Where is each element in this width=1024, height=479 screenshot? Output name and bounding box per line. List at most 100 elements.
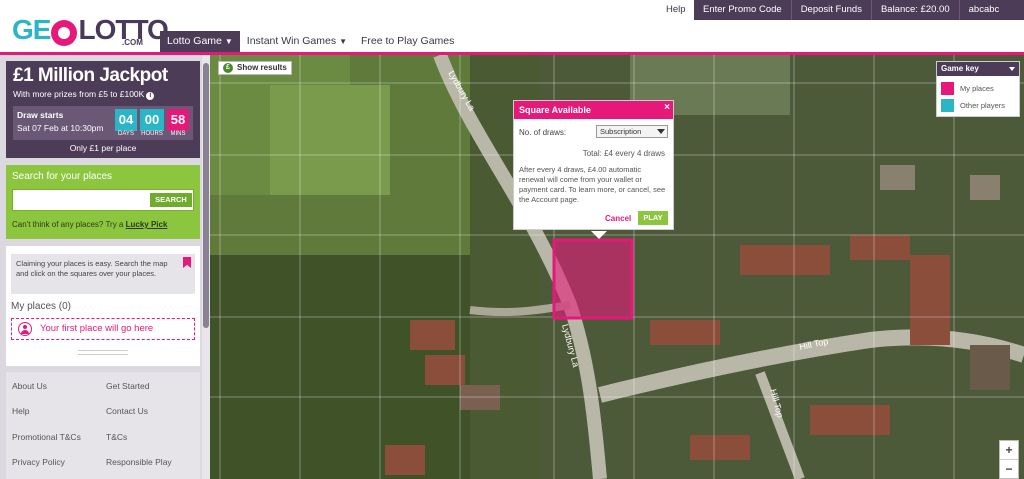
responsible-play-link[interactable]: Responsible Play [106, 457, 172, 467]
close-icon[interactable]: × [664, 101, 670, 115]
popup-title-text: Square Available [519, 105, 591, 115]
other-players-key: Other players [960, 101, 1006, 110]
geolotto-logo[interactable]: GE LOTTO .COM [12, 14, 169, 48]
places-instructions: Claiming your places is easy. Search the… [11, 254, 195, 294]
promotional-tcs-link[interactable]: Promotional T&Cs [12, 432, 81, 442]
countdown-mins-label: MINS [170, 131, 186, 137]
bookmark-icon [183, 257, 191, 268]
game-key-header[interactable]: Game key [937, 62, 1019, 76]
lucky-pick-hint-text: Can't think of any places? Try a [12, 220, 124, 229]
tcs-link[interactable]: T&Cs [106, 432, 127, 442]
jackpot-panel: £1 Million Jackpot With more prizes from… [6, 61, 200, 158]
other-players-swatch-icon [941, 99, 954, 112]
draws-label: No. of draws: [519, 128, 567, 137]
zoom-in-button[interactable]: + [1000, 441, 1018, 459]
countdown-hours: 00 [140, 109, 164, 131]
search-title: Search for your places [12, 171, 113, 182]
logo-geo-text: GE [12, 14, 51, 45]
logo-com-text: .COM [122, 38, 143, 47]
map-house [410, 320, 455, 350]
search-panel: Search for your places SEARCH Can't thin… [6, 165, 200, 239]
my-places-panel: Claiming your places is easy. Search the… [6, 246, 200, 366]
draws-select[interactable]: Subscription [596, 125, 668, 138]
balance-display[interactable]: Balance: £20.00 [872, 0, 960, 20]
map-house [810, 405, 890, 435]
countdown-hours-digits: 00 [144, 112, 160, 127]
popup-pointer [591, 231, 607, 239]
chevron-down-icon [1009, 67, 1015, 71]
countdown-mins-digits: 58 [170, 112, 186, 127]
map-house [650, 320, 720, 345]
nav-lotto-game[interactable]: Lotto Game ▼ [160, 31, 240, 52]
nav-instant-win-label: Instant Win Games [246, 35, 337, 47]
main-nav: Lotto Game ▼ Instant Win Games ▼ Free to P… [160, 31, 461, 52]
countdown-mins: 58 [167, 109, 189, 131]
zoom-out-button[interactable]: − [1000, 460, 1018, 478]
cancel-button[interactable]: Cancel [605, 214, 631, 223]
footer-links: About Us Get Started Help Contact Us Pro… [6, 372, 200, 479]
play-button[interactable]: PLAY [638, 211, 668, 225]
lucky-pick-link[interactable]: Lucky Pick [126, 220, 168, 229]
map-house [910, 255, 950, 345]
show-results-label: Show results [237, 63, 287, 72]
map-house [850, 235, 910, 260]
nav-free-to-play-label: Free to Play Games [361, 35, 455, 47]
help-link[interactable]: Help [660, 0, 692, 20]
draw-date: Sat 07 Feb at 10:30pm [17, 123, 104, 133]
promo-code-link[interactable]: Enter Promo Code [694, 0, 792, 20]
search-button[interactable]: SEARCH [150, 193, 192, 207]
info-icon[interactable]: i [146, 92, 155, 100]
scrollbar-thumb[interactable] [203, 63, 209, 328]
logo-o-mark [51, 20, 78, 46]
map-house [690, 435, 750, 460]
map-house [425, 355, 465, 385]
price-per-place: Only £1 per place [69, 143, 137, 153]
privacy-policy-link[interactable]: Privacy Policy [12, 457, 65, 467]
divider [78, 350, 128, 351]
map-field [270, 85, 390, 195]
deposit-funds-link[interactable]: Deposit Funds [792, 0, 872, 20]
renewal-notice: After every 4 draws, £4.00 automatic ren… [519, 165, 666, 204]
nav-free-to-play[interactable]: Free to Play Games [354, 31, 461, 52]
chevron-down-icon [657, 129, 665, 134]
selected-square[interactable] [552, 238, 634, 320]
countdown-hours-label: HOURS [141, 131, 163, 137]
sidebar-scrollbar[interactable] [202, 55, 210, 479]
places-instructions-text: Claiming your places is easy. Search the… [16, 259, 168, 278]
chevron-down-icon: ▼ [224, 37, 233, 46]
draw-label: Draw starts [17, 110, 64, 120]
countdown-days: 04 [115, 109, 137, 131]
jackpot-title: £1 Million Jackpot [13, 65, 168, 86]
map-house [385, 445, 425, 475]
person-icon [18, 322, 32, 336]
contact-us-link[interactable]: Contact Us [106, 406, 148, 416]
results-icon: £ [223, 63, 233, 73]
map-house [880, 165, 915, 190]
my-places-title: My places (0) [11, 301, 72, 312]
site-header: GE LOTTO .COM Help Enter Promo Code Depo… [0, 0, 1024, 52]
first-place-text: Your first place will go here [40, 323, 154, 334]
square-available-popup: Square Available × No. of draws: Subscri… [513, 100, 674, 239]
first-place-placeholder: Your first place will go here [11, 318, 195, 340]
map-house [970, 345, 1010, 390]
game-key-panel: Game key My places Other players [936, 61, 1020, 117]
countdown-days-label: DAYS [118, 131, 134, 137]
popup-title: Square Available × [514, 101, 673, 119]
draw-countdown: Draw starts Sat 07 Feb at 10:30pm 04 DAY… [13, 106, 193, 140]
help-footer-link[interactable]: Help [12, 406, 29, 416]
divider [78, 354, 128, 355]
map-house [970, 175, 1000, 200]
my-places-key: My places [960, 84, 994, 93]
my-places-swatch-icon [941, 82, 954, 95]
show-results-button[interactable]: £ Show results [218, 61, 292, 75]
username-link[interactable]: abcabc [960, 0, 1009, 20]
jackpot-subtitle: With more prizes from £5 to £100K i [13, 89, 155, 100]
jackpot-subtitle-text: With more prizes from £5 to £100K [13, 89, 145, 99]
map-house [740, 245, 830, 275]
about-us-link[interactable]: About Us [12, 381, 47, 391]
draws-select-value: Subscription [600, 127, 642, 136]
zoom-control: + − [999, 440, 1019, 479]
lucky-pick-hint: Can't think of any places? Try a Lucky P… [12, 220, 167, 229]
get-started-link[interactable]: Get Started [106, 381, 149, 391]
nav-instant-win-games[interactable]: Instant Win Games ▼ [240, 31, 354, 52]
